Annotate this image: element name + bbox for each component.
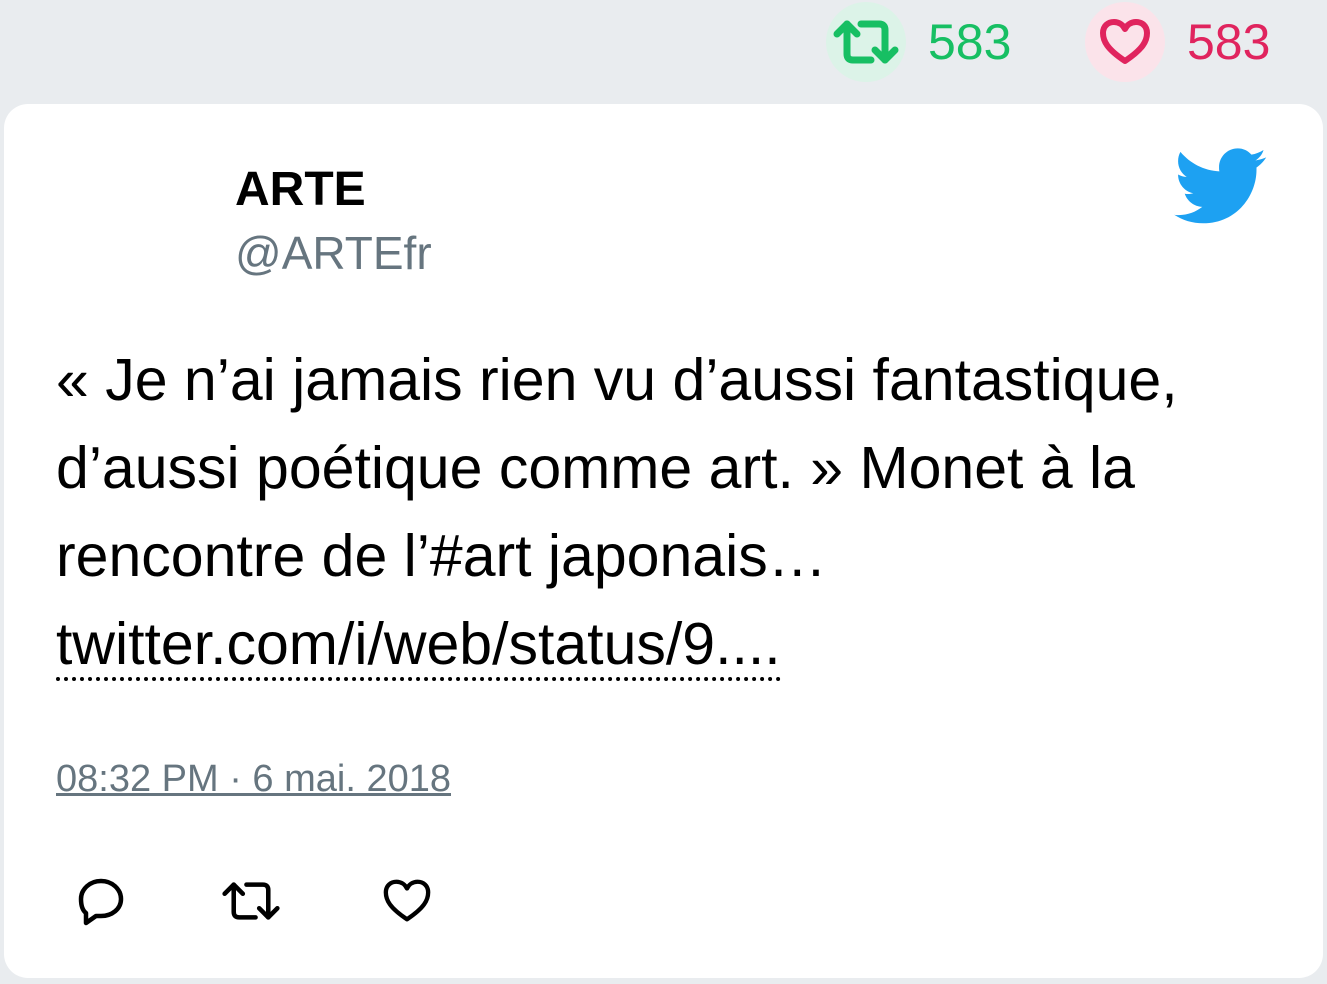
heart-icon bbox=[382, 878, 432, 929]
retweet-icon bbox=[826, 2, 906, 82]
tweet-card: ARTE @ARTEfr « Je n’ai jamais rien vu d’… bbox=[4, 104, 1323, 978]
tweet-link[interactable]: twitter.com/i/web/status/9.... bbox=[56, 611, 781, 681]
tweet-timestamp[interactable]: 08:32 PM · 6 mai. 2018 bbox=[56, 758, 451, 801]
like-count: 583 bbox=[1187, 14, 1271, 70]
tweet-body: « Je n’ai jamais rien vu d’aussi fantast… bbox=[56, 347, 1178, 589]
retweet-count: 583 bbox=[928, 14, 1012, 70]
heart-icon bbox=[1085, 2, 1165, 82]
like-stat[interactable]: 583 bbox=[1085, 0, 1270, 84]
reply-button[interactable] bbox=[74, 876, 128, 930]
tweet-text: « Je n’ai jamais rien vu d’aussi fantast… bbox=[56, 336, 1286, 688]
retweet-icon bbox=[221, 881, 281, 926]
retweet-button[interactable] bbox=[221, 876, 281, 930]
reply-icon bbox=[76, 876, 126, 931]
tweet-actions bbox=[74, 876, 474, 930]
retweet-stat[interactable]: 583 bbox=[826, 0, 1011, 84]
twitter-bird-icon[interactable] bbox=[1174, 148, 1268, 226]
like-button[interactable] bbox=[380, 876, 434, 930]
tweet-stats-bar: 583 583 bbox=[0, 0, 1327, 100]
author-handle[interactable]: @ARTEfr bbox=[235, 230, 432, 276]
author-name[interactable]: ARTE bbox=[235, 166, 366, 214]
